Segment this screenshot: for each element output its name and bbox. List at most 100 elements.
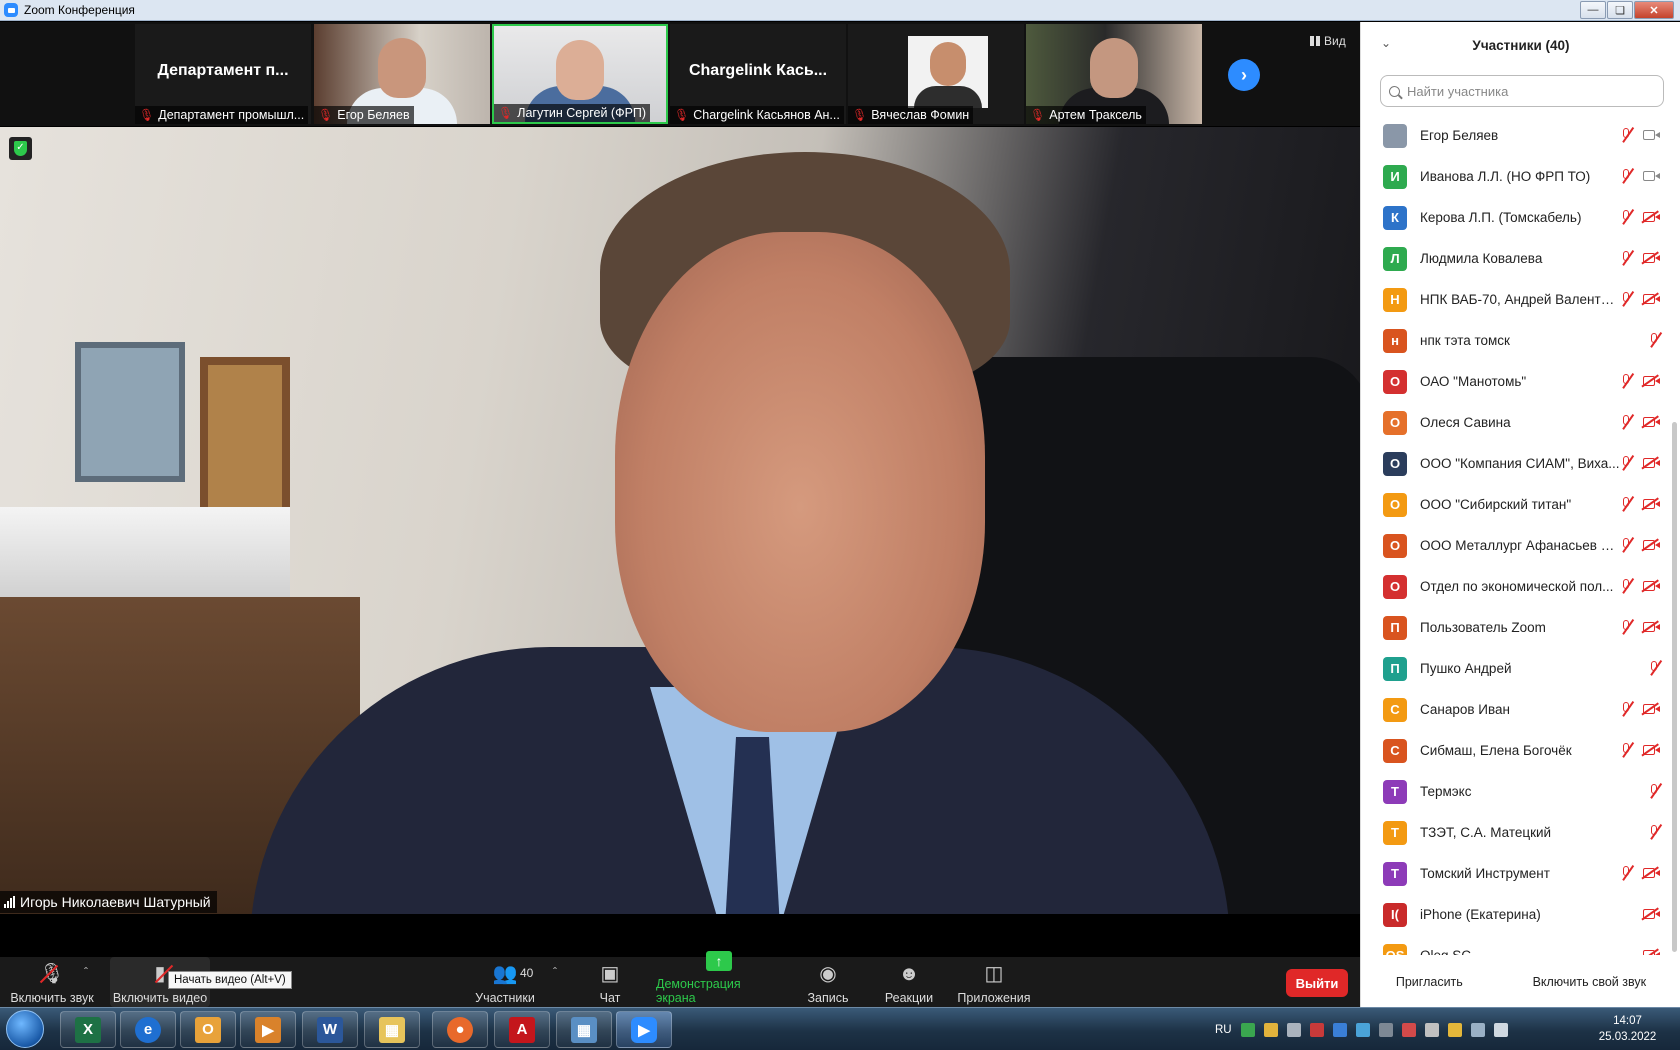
close-button[interactable]: ✕ xyxy=(1634,1,1674,19)
participant-row[interactable]: К Керова Л.П. (Томскабель) xyxy=(1361,197,1671,238)
invite-button[interactable]: Пригласить xyxy=(1387,970,1472,994)
mic-muted-icon[interactable] xyxy=(1647,784,1661,800)
taskbar-acrobat[interactable]: A xyxy=(494,1011,550,1048)
video-camera-off-icon[interactable] xyxy=(1643,211,1661,224)
participant-row[interactable]: Л Людмила Ковалева xyxy=(1361,238,1671,279)
participant-row[interactable]: И Иванова Л.Л. (НО ФРП ТО) xyxy=(1361,156,1671,197)
participant-row[interactable]: П Пушко Андрей xyxy=(1361,648,1671,689)
taskbar-firefox[interactable]: ● xyxy=(432,1011,488,1048)
taskbar-control-panel[interactable]: ▦ xyxy=(556,1011,612,1048)
mic-muted-icon[interactable] xyxy=(1647,825,1661,841)
taskbar-media-player[interactable]: ▶ xyxy=(240,1011,296,1048)
video-camera-off-icon[interactable] xyxy=(1643,539,1661,552)
participant-row[interactable]: О ОАО "Манотомь" xyxy=(1361,361,1671,402)
video-camera-off-icon[interactable] xyxy=(1643,703,1661,716)
video-camera-off-icon[interactable] xyxy=(1643,580,1661,593)
unmute-button[interactable]: 🎙 Включить звук xyxy=(8,957,96,1007)
participant-row[interactable]: С Санаров Иван xyxy=(1361,689,1671,730)
participant-row[interactable]: Егор Беляев xyxy=(1361,115,1671,156)
language-indicator[interactable]: RU xyxy=(1215,1024,1232,1036)
mic-muted-icon[interactable] xyxy=(1619,579,1633,595)
mic-muted-icon[interactable] xyxy=(1619,374,1633,390)
mic-muted-icon[interactable] xyxy=(1619,415,1633,431)
thumbnail-chargelink[interactable]: Chargelink Кась... 🎙 Chargelink Касьянов … xyxy=(670,24,846,124)
participant-row[interactable]: О ООО Металлург Афанасьев В... xyxy=(1361,525,1671,566)
tray-app-icon[interactable] xyxy=(1424,1022,1439,1037)
thumbnail-egor-belyaev[interactable]: 🎙 Егор Беляев xyxy=(314,24,490,124)
leave-button[interactable]: Выйти xyxy=(1286,969,1348,997)
participant-row[interactable]: Н НПК ВАБ-70, Андрей Валентин... xyxy=(1361,279,1671,320)
taskbar-excel[interactable]: X xyxy=(60,1011,116,1048)
tray-app-icon[interactable] xyxy=(1309,1022,1324,1037)
video-camera-icon[interactable] xyxy=(1643,170,1661,183)
chat-button[interactable]: ▣ Чат xyxy=(590,957,630,1007)
mic-muted-icon[interactable] xyxy=(1619,251,1633,267)
tray-app-icon[interactable] xyxy=(1378,1022,1393,1037)
mic-muted-icon[interactable] xyxy=(1619,702,1633,718)
participant-row[interactable]: Т Термэкс xyxy=(1361,771,1671,812)
view-button[interactable]: Вид xyxy=(1310,34,1346,48)
participants-options-caret-icon[interactable]: ˆ xyxy=(553,965,557,979)
video-camera-off-icon[interactable] xyxy=(1643,949,1661,955)
taskbar-internet-explorer[interactable]: e xyxy=(120,1011,176,1048)
printer-icon[interactable] xyxy=(1286,1022,1301,1037)
audio-options-caret-icon[interactable]: ˆ xyxy=(84,965,88,979)
taskbar-clock[interactable]: 14:07 25.03.2022 xyxy=(1590,1013,1665,1045)
maximize-button[interactable]: ❏ xyxy=(1607,1,1633,19)
tray-app-icon[interactable] xyxy=(1240,1022,1255,1037)
participant-row[interactable]: О Отдел по экономической пол... xyxy=(1361,566,1671,607)
mic-muted-icon[interactable] xyxy=(1619,210,1633,226)
minimize-button[interactable]: — xyxy=(1580,1,1606,19)
taskbar-outlook[interactable]: O xyxy=(180,1011,236,1048)
participant-row[interactable]: С Сибмаш, Елена Богочёк xyxy=(1361,730,1671,771)
tray-app-icon[interactable] xyxy=(1401,1022,1416,1037)
video-camera-off-icon[interactable] xyxy=(1643,252,1661,265)
volume-icon[interactable] xyxy=(1493,1022,1508,1037)
participant-search-input[interactable]: Найти участника xyxy=(1380,75,1664,107)
tray-app-icon[interactable] xyxy=(1263,1022,1278,1037)
mic-muted-icon[interactable] xyxy=(1619,169,1633,185)
security-shield-icon[interactable]: ✓ xyxy=(9,137,32,160)
mic-muted-icon[interactable] xyxy=(1619,620,1633,636)
participants-button[interactable]: 👥 Участники xyxy=(470,957,540,1007)
video-camera-off-icon[interactable] xyxy=(1643,457,1661,470)
video-camera-off-icon[interactable] xyxy=(1643,908,1661,921)
reactions-button[interactable]: ☻ Реакции xyxy=(880,957,938,1007)
mic-muted-icon[interactable] xyxy=(1647,333,1661,349)
video-camera-off-icon[interactable] xyxy=(1643,498,1661,511)
video-camera-off-icon[interactable] xyxy=(1643,621,1661,634)
thumbnail-department[interactable]: Департамент п... 🎙 Департамент промышл... xyxy=(135,24,311,124)
tray-app-icon[interactable] xyxy=(1332,1022,1347,1037)
video-camera-off-icon[interactable] xyxy=(1643,375,1661,388)
video-camera-off-icon[interactable] xyxy=(1643,293,1661,306)
video-camera-off-icon[interactable] xyxy=(1643,867,1661,880)
start-button[interactable] xyxy=(6,1010,44,1048)
participant-row[interactable]: OS Oleg SC xyxy=(1361,935,1671,955)
mic-muted-icon[interactable] xyxy=(1619,538,1633,554)
participant-row[interactable]: О ООО "Сибирский титан" xyxy=(1361,484,1671,525)
thumbnail-lagutin-sergey[interactable]: 🎙 Лагутин Сергей (ФРП) xyxy=(492,24,668,124)
thumbnail-vyacheslav-fomin[interactable]: 🎙 Вячеслав Фомин xyxy=(848,24,1024,124)
mic-muted-icon[interactable] xyxy=(1619,743,1633,759)
record-button[interactable]: ◉ Запись xyxy=(800,957,856,1007)
participant-row[interactable]: Т Томский Инструмент xyxy=(1361,853,1671,894)
share-screen-button[interactable]: ↑ Демонстрация экрана xyxy=(656,951,782,1007)
next-page-chevron-icon[interactable]: › xyxy=(1228,59,1260,91)
participant-row[interactable]: н нпк тэта томск xyxy=(1361,320,1671,361)
mic-muted-icon[interactable] xyxy=(1619,866,1633,882)
video-camera-off-icon[interactable] xyxy=(1643,416,1661,429)
apps-button[interactable]: ◫ Приложения xyxy=(954,957,1034,1007)
video-camera-off-icon[interactable] xyxy=(1643,744,1661,757)
network-icon[interactable] xyxy=(1470,1022,1485,1037)
video-camera-icon[interactable] xyxy=(1643,129,1661,142)
mic-muted-icon[interactable] xyxy=(1619,292,1633,308)
participants-scrollbar[interactable] xyxy=(1672,422,1677,952)
participant-row[interactable]: П Пользователь Zoom xyxy=(1361,607,1671,648)
participant-row[interactable]: О ООО "Компания СИАМ", Виха... xyxy=(1361,443,1671,484)
tray-app-icon[interactable] xyxy=(1355,1022,1370,1037)
mic-muted-icon[interactable] xyxy=(1619,456,1633,472)
taskbar-word[interactable]: W xyxy=(302,1011,358,1048)
participant-row[interactable]: О Олеся Савина xyxy=(1361,402,1671,443)
mic-muted-icon[interactable] xyxy=(1619,128,1633,144)
mic-muted-icon[interactable] xyxy=(1619,497,1633,513)
